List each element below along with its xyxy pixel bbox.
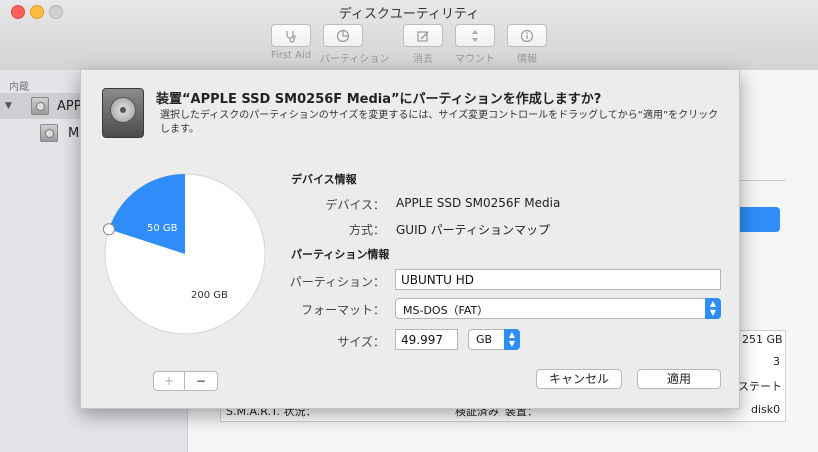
toolbar-label: 消去 (413, 54, 433, 65)
erase-icon (403, 24, 443, 47)
stethoscope-icon (271, 24, 311, 47)
background-state: ステート (738, 380, 782, 393)
toolbar-label: 情報 (517, 54, 537, 65)
disclosure-triangle-icon[interactable]: ▼ (5, 101, 17, 111)
add-partition-button[interactable]: + (153, 371, 185, 391)
sidebar-item-label: M (68, 125, 80, 141)
chevron-updown-icon: ▲ ▼ (705, 298, 721, 319)
toolbar-label: マウント (455, 54, 495, 65)
background-usage-bar (736, 207, 780, 232)
partition-resize-handle[interactable] (102, 223, 115, 236)
volume-icon (40, 124, 58, 142)
partition-info-heading: パーティション情報 (291, 248, 390, 261)
device-info-heading: デバイス情報 (291, 173, 357, 186)
scheme-value: GUID パーティションマップ (396, 223, 550, 237)
sidebar-section-internal: 内蔵 (9, 82, 29, 93)
format-label: フォーマット： (300, 303, 385, 317)
background-capacity: 251 GB (742, 333, 783, 346)
mount-icon (455, 24, 495, 47)
background-count: 3 (773, 355, 780, 368)
pie-label-50gb: 50 GB (147, 223, 178, 234)
disk-icon (31, 97, 49, 115)
toolbar-label: First Aid (270, 50, 312, 61)
partition-pie-chart[interactable] (95, 165, 265, 335)
chevron-updown-icon: ▲ ▼ (504, 329, 520, 350)
size-label: サイズ： (337, 335, 385, 349)
device-value: APPLE SSD SM0256F Media (396, 196, 561, 210)
disk-utility-window: ディスクユーティリティ First Aid パーティション 消去 マウント 情報… (0, 0, 818, 452)
toolbar-mount[interactable]: マウント (452, 24, 498, 65)
cancel-button[interactable]: キャンセル (536, 369, 622, 389)
toolbar-partition[interactable]: パーティション (320, 24, 390, 65)
info-icon (507, 24, 547, 47)
window-title: ディスクユーティリティ (338, 7, 480, 22)
toolbar-first-aid[interactable]: First Aid (268, 24, 314, 61)
toolbar-label: パーティション (320, 54, 390, 65)
device-label: デバイス： (325, 198, 385, 212)
format-select-value: MS-DOS（FAT） (403, 304, 489, 317)
remove-partition-button[interactable]: − (184, 371, 218, 391)
pie-partition-icon (323, 24, 363, 47)
partition-name-label: パーティション： (289, 275, 385, 289)
size-unit-select[interactable]: GB ▲ ▼ (468, 329, 520, 350)
sheet-title: 装置“APPLE SSD SM0256F Media”にパーティションを作成しま… (156, 92, 602, 107)
toolbar-info[interactable]: 情報 (504, 24, 550, 65)
pie-label-200gb: 200 GB (191, 290, 228, 301)
titlebar: ディスクユーティリティ First Aid パーティション 消去 マウント 情報 (0, 0, 818, 71)
hard-disk-icon (102, 88, 144, 138)
toolbar-erase[interactable]: 消去 (400, 24, 446, 65)
background-info-box (738, 180, 786, 181)
format-select[interactable]: MS-DOS（FAT） ▲ ▼ (395, 298, 721, 319)
apply-button[interactable]: 適用 (637, 369, 721, 389)
sidebar-item-label: APP (57, 98, 82, 114)
size-field[interactable]: 49.997 (395, 329, 458, 350)
size-unit-value: GB (476, 333, 493, 346)
partition-sheet: 装置“APPLE SSD SM0256F Media”にパーティションを作成しま… (80, 70, 740, 409)
background-device: disk0 (751, 403, 781, 416)
sheet-description: 選択したディスクのパーティションのサイズを変更するには、サイズ変更コントロールを… (160, 110, 719, 135)
partition-name-field[interactable]: UBUNTU HD (395, 269, 721, 290)
scheme-label: 方式： (348, 223, 385, 237)
